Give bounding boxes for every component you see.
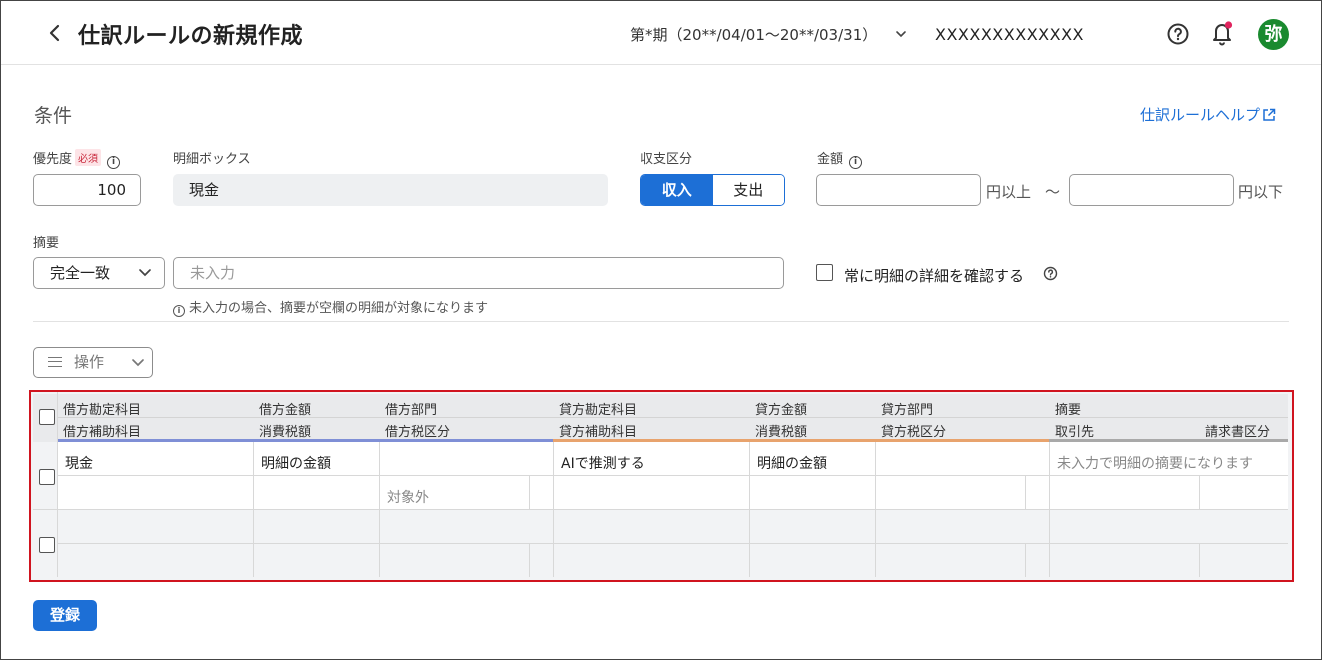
col-divider xyxy=(553,442,554,577)
register-button[interactable]: 登録 xyxy=(33,600,97,631)
col-divider xyxy=(529,475,530,509)
col-divider xyxy=(529,543,530,577)
table-header: 借方勘定科目 借方金額 借方部門 貸方勘定科目 貸方金額 貸方部門 摘要 借方補… xyxy=(33,394,1288,442)
priority-label-text: 優先度 xyxy=(33,152,73,167)
col-divider xyxy=(57,392,58,577)
header-divider xyxy=(57,417,1288,418)
header-credit-tax[interactable]: 消費税額 xyxy=(755,421,807,440)
header-credit-sub[interactable]: 貸方補助科目 xyxy=(559,421,637,440)
info-icon[interactable]: i xyxy=(107,156,121,169)
box-label: 明細ボックス xyxy=(173,152,251,167)
header-debit-dept[interactable]: 借方部門 xyxy=(385,399,437,418)
bell-icon[interactable] xyxy=(1210,20,1234,46)
summary-hint: i 未入力の場合、摘要が空欄の明細が対象になります xyxy=(173,297,488,317)
match-type-value: 完全一致 xyxy=(50,264,111,282)
back-chevron-icon[interactable] xyxy=(45,21,65,45)
operations-menu-button[interactable]: 操作 xyxy=(33,347,153,378)
header-debit-sub[interactable]: 借方補助科目 xyxy=(63,421,141,440)
amount-label-text: 金額 xyxy=(817,152,844,167)
expense-option[interactable]: 支出 xyxy=(712,175,784,205)
table-body: 現金 明細の金額 AIで推測する 明細の金額 未入力で明細の摘要になります 対象… xyxy=(33,392,1288,577)
col-divider xyxy=(1199,475,1200,509)
chevron-down-icon[interactable] xyxy=(894,27,908,41)
match-type-select[interactable]: 完全一致 xyxy=(33,257,165,289)
income-expense-toggle: 収入 支出 xyxy=(640,174,785,206)
row-divider xyxy=(57,543,1288,544)
col-divider xyxy=(379,442,380,577)
cell-debit-tax-class[interactable]: 対象外 xyxy=(387,487,429,507)
header-debit-tax-class[interactable]: 借方税区分 xyxy=(385,421,450,440)
journal-rule-table: 借方勘定科目 借方金額 借方部門 貸方勘定科目 貸方金額 貸方部門 摘要 借方補… xyxy=(29,390,1294,582)
amount-label: 金額 i xyxy=(817,148,863,169)
section-title: 条件 xyxy=(34,105,73,127)
col-divider xyxy=(749,442,750,577)
header-credit-amount[interactable]: 貸方金額 xyxy=(755,399,807,418)
row-divider xyxy=(33,509,1288,510)
col-divider xyxy=(1025,475,1026,509)
always-confirm-label: 常に明細の詳細を確認する xyxy=(844,267,1025,285)
chevron-down-icon xyxy=(132,359,144,367)
col-divider xyxy=(1199,543,1200,577)
divider xyxy=(33,321,1289,322)
cell-summary[interactable]: 未入力で明細の摘要になります xyxy=(1057,453,1253,473)
unit-above: 円以上 xyxy=(986,183,1032,201)
amount-max-input[interactable] xyxy=(1069,174,1234,206)
income-option[interactable]: 収入 xyxy=(641,175,713,205)
required-badge: 必須 xyxy=(75,149,102,166)
page-title: 仕訳ルールの新規作成 xyxy=(78,24,304,49)
summary-label: 摘要 xyxy=(33,236,60,251)
cell-credit-account[interactable]: AIで推測する xyxy=(561,453,645,473)
external-link-icon xyxy=(1263,108,1276,121)
always-confirm-checkbox[interactable] xyxy=(816,264,833,281)
header-summary[interactable]: 摘要 xyxy=(1055,399,1081,418)
col-divider xyxy=(875,442,876,577)
header: 仕訳ルールの新規作成 第*期（20**/04/01〜20**/03/31） XX… xyxy=(1,1,1321,65)
info-icon: i xyxy=(173,305,185,317)
info-icon[interactable]: i xyxy=(849,156,863,169)
header-debit-account[interactable]: 借方勘定科目 xyxy=(63,399,141,418)
select-all-checkbox[interactable] xyxy=(39,409,55,425)
operations-label: 操作 xyxy=(74,353,105,371)
header-credit-tax-class[interactable]: 貸方税区分 xyxy=(881,421,946,440)
row-divider xyxy=(57,475,1288,476)
help-link-label: 仕訳ルールヘルプ xyxy=(1140,106,1261,124)
menu-icon xyxy=(48,357,62,367)
header-debit-amount[interactable]: 借方金額 xyxy=(259,399,311,418)
help-circle-icon[interactable] xyxy=(1043,266,1058,281)
header-credit-dept[interactable]: 貸方部門 xyxy=(881,399,933,418)
help-link[interactable]: 仕訳ルールヘルプ xyxy=(1140,104,1276,125)
row-checkbox[interactable] xyxy=(39,469,55,485)
summary-hint-text: 未入力の場合、摘要が空欄の明細が対象になります xyxy=(189,301,489,316)
header-invoice-class[interactable]: 請求書区分 xyxy=(1205,421,1270,440)
header-partner[interactable]: 取引先 xyxy=(1055,421,1094,440)
company-name[interactable]: XXXXXXXXXXXXX xyxy=(935,25,1084,44)
cell-credit-amount[interactable]: 明細の金額 xyxy=(757,453,827,473)
chevron-down-icon xyxy=(139,269,151,277)
col-divider xyxy=(1049,442,1050,577)
header-credit-account[interactable]: 貸方勘定科目 xyxy=(559,399,637,418)
statement-box-field: 現金 xyxy=(173,174,608,206)
col-divider xyxy=(253,442,254,577)
col-divider xyxy=(1025,543,1026,577)
range-separator: 〜 xyxy=(1045,183,1061,201)
priority-label: 優先度 必須 i xyxy=(33,148,121,169)
avatar[interactable]: 弥 xyxy=(1258,19,1289,50)
priority-input[interactable]: 100 xyxy=(33,174,141,206)
type-label: 収支区分 xyxy=(640,152,693,167)
row-checkbox[interactable] xyxy=(39,537,55,553)
cell-debit-amount[interactable]: 明細の金額 xyxy=(261,453,331,473)
header-debit-tax[interactable]: 消費税額 xyxy=(259,421,311,440)
summary-input[interactable]: 未入力 xyxy=(173,257,784,289)
unit-below: 円以下 xyxy=(1238,183,1284,201)
help-circle-icon[interactable] xyxy=(1166,22,1190,46)
amount-min-input[interactable] xyxy=(816,174,981,206)
period-selector[interactable]: 第*期（20**/04/01〜20**/03/31） xyxy=(630,24,877,45)
cell-debit-account[interactable]: 現金 xyxy=(65,453,93,473)
